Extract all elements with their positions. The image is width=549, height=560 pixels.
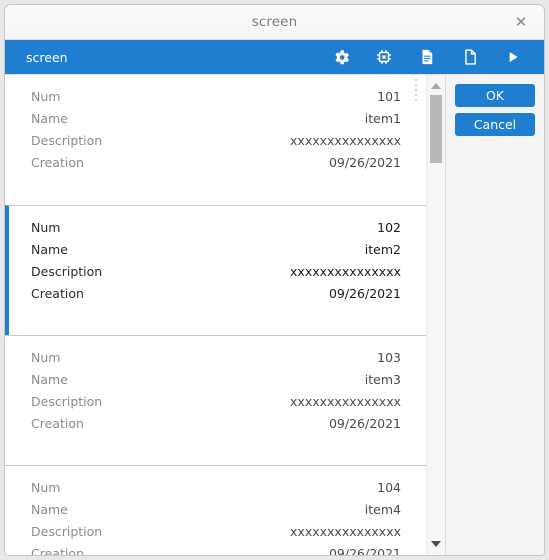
field-label-creation: Creation bbox=[31, 155, 84, 170]
play-icon[interactable] bbox=[496, 40, 530, 74]
blank-document-icon[interactable] bbox=[453, 40, 487, 74]
list-item-field: Creation 09/26/2021 bbox=[31, 286, 401, 308]
scrollbar-thumb[interactable] bbox=[430, 95, 442, 163]
field-label-creation: Creation bbox=[31, 546, 84, 555]
close-icon[interactable]: ✕ bbox=[506, 5, 536, 39]
field-label-num: Num bbox=[31, 480, 61, 495]
field-label-name: Name bbox=[31, 111, 68, 126]
field-label-name: Name bbox=[31, 242, 68, 257]
field-label-num: Num bbox=[31, 89, 61, 104]
field-value-creation: 09/26/2021 bbox=[328, 286, 401, 301]
list-item[interactable]: Num 103 Name item3 Description xxxxxxxxx… bbox=[5, 335, 426, 465]
list-item-field: Description xxxxxxxxxxxxxxx bbox=[31, 264, 401, 286]
scroll-up-arrow-icon[interactable] bbox=[427, 78, 445, 94]
dialog-window: screen ✕ screen Num 101 Name item1 Descr… bbox=[4, 4, 545, 556]
document-lines-icon[interactable] bbox=[410, 40, 444, 74]
chip-icon[interactable] bbox=[367, 40, 401, 74]
dialog-body: Num 101 Name item1 Description xxxxxxxxx… bbox=[5, 74, 544, 555]
list-item-field: Description xxxxxxxxxxxxxxx bbox=[31, 133, 401, 155]
field-label-num: Num bbox=[31, 220, 61, 235]
list-item-field: Creation 09/26/2021 bbox=[31, 155, 401, 177]
field-label-description: Description bbox=[31, 133, 103, 148]
field-value-name: item3 bbox=[364, 372, 401, 387]
field-value-creation: 09/26/2021 bbox=[328, 546, 401, 555]
ok-button[interactable]: OK bbox=[455, 84, 535, 107]
toolbar-title: screen bbox=[26, 49, 68, 65]
field-value-description: xxxxxxxxxxxxxxx bbox=[290, 264, 401, 279]
field-value-num: 103 bbox=[377, 350, 401, 365]
settings-gear-icon[interactable] bbox=[324, 40, 358, 74]
list-item-field: Num 101 bbox=[31, 89, 401, 111]
drag-handle-icon[interactable] bbox=[414, 79, 418, 101]
list-item-field: Num 103 bbox=[31, 350, 401, 372]
scroll-down-arrow-icon[interactable] bbox=[427, 536, 445, 552]
field-value-description: xxxxxxxxxxxxxxx bbox=[290, 524, 401, 539]
list-item-field: Num 104 bbox=[31, 480, 401, 502]
list-item[interactable]: Num 104 Name item4 Description xxxxxxxxx… bbox=[5, 465, 426, 555]
field-value-num: 102 bbox=[377, 220, 401, 235]
list-item-field: Description xxxxxxxxxxxxxxx bbox=[31, 524, 401, 546]
field-label-name: Name bbox=[31, 372, 68, 387]
item-list[interactable]: Num 101 Name item1 Description xxxxxxxxx… bbox=[5, 75, 426, 555]
field-value-creation: 09/26/2021 bbox=[328, 416, 401, 431]
field-label-num: Num bbox=[31, 350, 61, 365]
field-value-num: 101 bbox=[377, 89, 401, 104]
field-value-name: item4 bbox=[364, 502, 401, 517]
list-item-field: Name item4 bbox=[31, 502, 401, 524]
list-item-field: Creation 09/26/2021 bbox=[31, 546, 401, 555]
button-panel: OK Cancel bbox=[446, 74, 544, 555]
field-value-name: item2 bbox=[364, 242, 401, 257]
field-value-name: item1 bbox=[364, 111, 401, 126]
field-label-description: Description bbox=[31, 264, 103, 279]
window-title: screen bbox=[251, 14, 298, 30]
list-item-field: Num 102 bbox=[31, 220, 401, 242]
list-item-field: Description xxxxxxxxxxxxxxx bbox=[31, 394, 401, 416]
field-label-creation: Creation bbox=[31, 416, 84, 431]
list-item-field: Creation 09/26/2021 bbox=[31, 416, 401, 438]
title-bar: screen ✕ bbox=[5, 5, 544, 40]
list-item-field: Name item3 bbox=[31, 372, 401, 394]
list-item[interactable]: Num 101 Name item1 Description xxxxxxxxx… bbox=[5, 75, 426, 205]
field-label-creation: Creation bbox=[31, 286, 84, 301]
list-item-selected[interactable]: Num 102 Name item2 Description xxxxxxxxx… bbox=[5, 205, 426, 335]
toolbar: screen bbox=[5, 40, 544, 74]
list-item-field: Name item2 bbox=[31, 242, 401, 264]
item-list-area: Num 101 Name item1 Description xxxxxxxxx… bbox=[5, 74, 446, 555]
list-item-field: Name item1 bbox=[31, 111, 401, 133]
field-label-description: Description bbox=[31, 394, 103, 409]
cancel-button[interactable]: Cancel bbox=[455, 113, 535, 136]
field-label-name: Name bbox=[31, 502, 68, 517]
list-scrollbar[interactable] bbox=[426, 75, 445, 555]
field-value-description: xxxxxxxxxxxxxxx bbox=[290, 394, 401, 409]
field-label-description: Description bbox=[31, 524, 103, 539]
field-value-num: 104 bbox=[377, 480, 401, 495]
field-value-description: xxxxxxxxxxxxxxx bbox=[290, 133, 401, 148]
field-value-creation: 09/26/2021 bbox=[328, 155, 401, 170]
